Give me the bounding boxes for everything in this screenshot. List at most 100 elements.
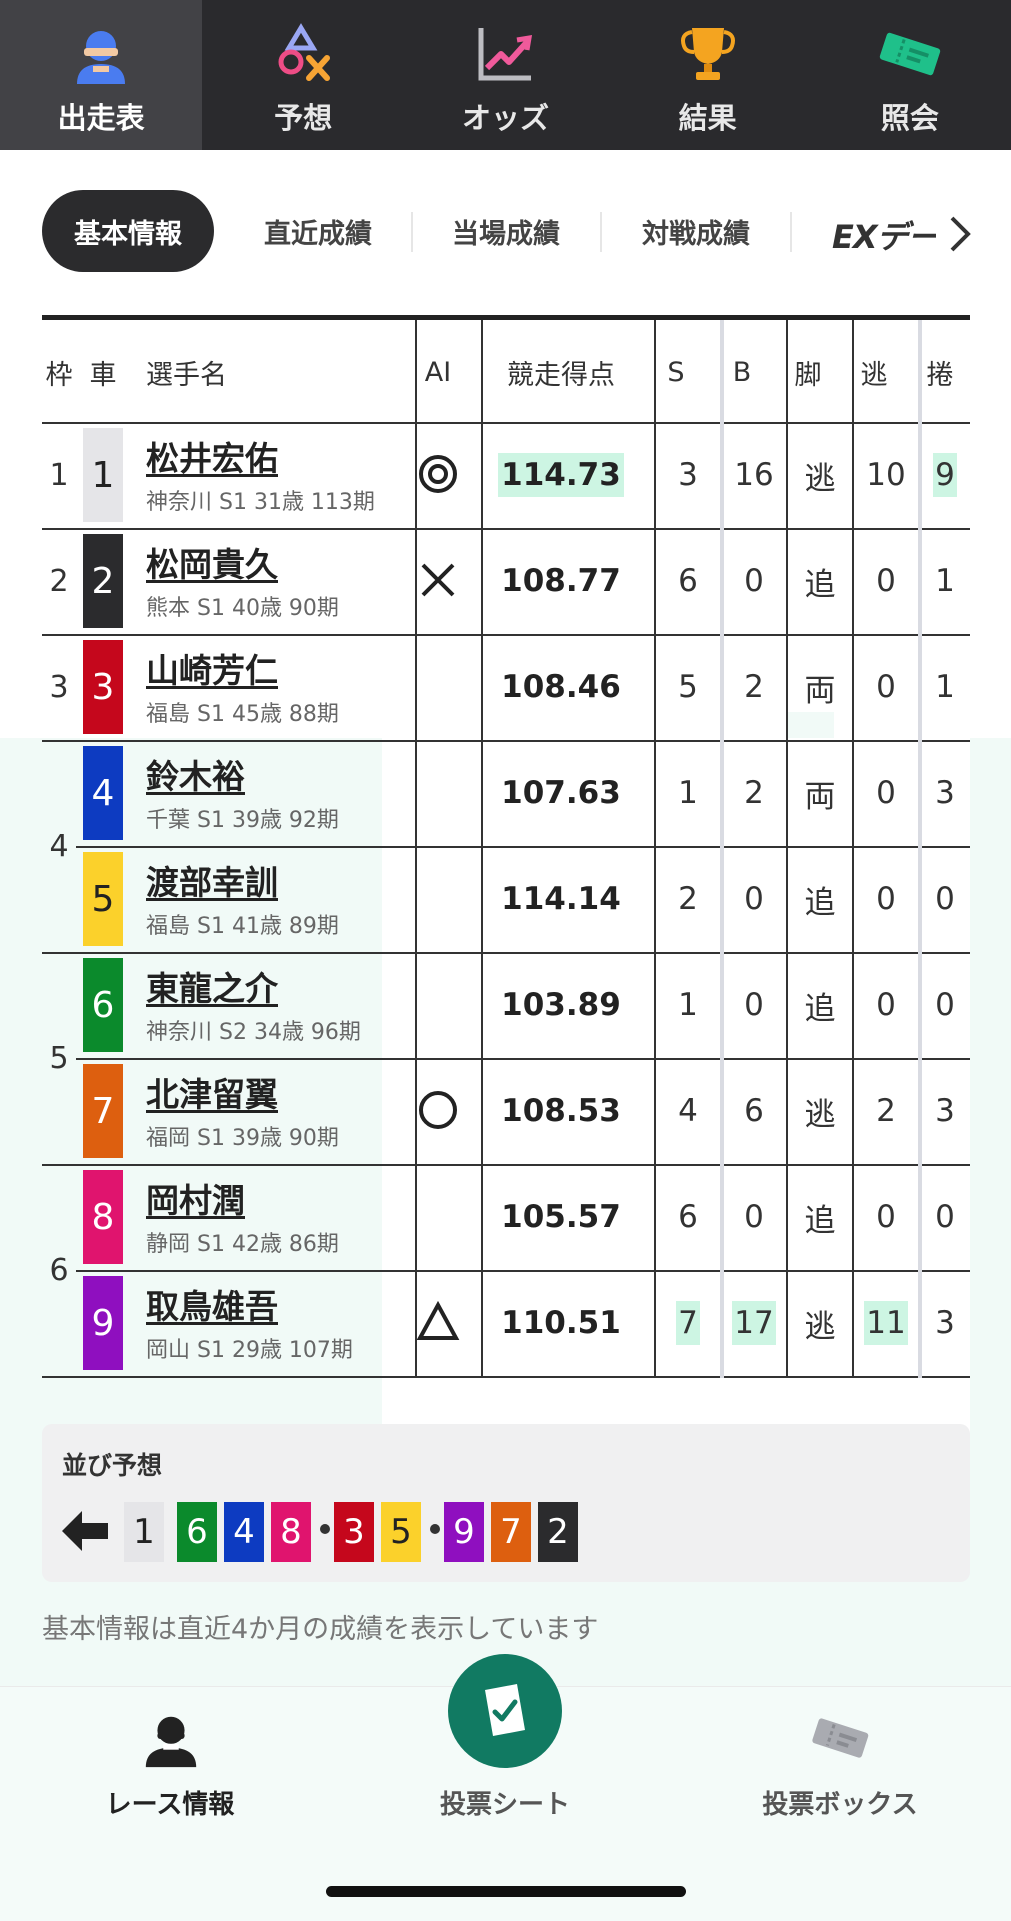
stat-value: 5 (678, 669, 698, 705)
bottom-nav-race-info[interactable]: レース情報 (60, 1687, 280, 1921)
stat-value: 0 (876, 775, 896, 811)
stat-b: 17 (722, 1270, 786, 1376)
stat-value: 3 (935, 1093, 955, 1129)
car-number-badge: 4 (83, 746, 123, 840)
line-prediction-title: 並び予想 (62, 1451, 163, 1480)
stat-b: 0 (722, 952, 786, 1058)
bottom-nav-vote-box[interactable]: 投票ボックス (730, 1687, 950, 1921)
stat-kyaku: 追 (788, 1164, 852, 1270)
arrow-left-icon (62, 1511, 108, 1551)
line-car-badge: 1 (124, 1502, 164, 1562)
race-score-value: 108.77 (501, 563, 621, 599)
tab-divider (790, 212, 792, 252)
table-row[interactable]: 8 岡村潤 静岡 S1 42歳 86期 105.57 6 0 追 0 0 (42, 1164, 970, 1270)
nav-prediction[interactable]: 予想 (202, 0, 404, 150)
line-separator-dot (430, 1524, 440, 1534)
stat-s: 6 (656, 528, 720, 634)
tab-ex-data[interactable]: EXデータ (832, 212, 936, 258)
table-row[interactable]: 1 松井宏佑 神奈川 S1 31歳 113期 114.73 3 16 逃 10 9 (42, 422, 970, 528)
race-score-value: 108.53 (501, 1093, 621, 1129)
nav-inquiry[interactable]: 照会 (809, 0, 1011, 150)
top-nav: 出走表 予想 オッズ 結果 照会 (0, 0, 1011, 150)
rider-meta: 福島 S1 41歳 89期 (146, 914, 339, 939)
person-icon (77, 31, 126, 84)
line-car-badge: 6 (177, 1502, 217, 1562)
table-row[interactable]: 4 鈴木裕 千葉 S1 39歳 92期 107.63 1 2 両 0 3 (42, 740, 970, 846)
stat-makuri: 0 (920, 846, 970, 952)
stat-value: 0 (744, 987, 764, 1023)
race-score: 107.63 (483, 740, 639, 846)
stat-makuri: 3 (920, 740, 970, 846)
stat-s: 1 (656, 952, 720, 1058)
stat-nige: 0 (854, 740, 918, 846)
home-indicator (326, 1886, 686, 1897)
nav-entry-table[interactable]: 出走表 (0, 0, 203, 150)
rider-meta: 福岡 S1 39歳 90期 (146, 1126, 339, 1151)
nav-label: 出走表 (57, 101, 145, 135)
ticket-icon (879, 32, 941, 76)
rider-name-link[interactable]: 岡村潤 (146, 1174, 245, 1222)
table-row[interactable]: 7 北津留翼 福岡 S1 39歳 90期 108.53 4 6 逃 2 3 (42, 1058, 970, 1164)
rider-name-link[interactable]: 鈴木裕 (146, 750, 245, 798)
rider-name-link[interactable]: 北津留翼 (146, 1068, 278, 1116)
table-row[interactable]: 6 東龍之介 神奈川 S2 34歳 96期 103.89 1 0 追 0 0 (42, 952, 970, 1058)
tab-head-to-head[interactable]: 対戦成績 (618, 190, 774, 272)
stat-value: 6 (678, 1199, 698, 1235)
nav-label: 予想 (274, 101, 333, 135)
stat-value: 3 (935, 775, 955, 811)
table-row[interactable]: 2 松岡貴久 熊本 S1 40歳 90期 108.77 6 0 追 0 1 (42, 528, 970, 634)
stat-value: 10 (866, 457, 906, 493)
header-score: 競走得点 (507, 359, 615, 391)
race-score-value: 114.73 (498, 453, 624, 497)
nav-odds[interactable]: オッズ (404, 0, 606, 150)
stat-value: 11 (864, 1301, 908, 1345)
person-icon (145, 1716, 197, 1768)
stat-value: 6 (744, 1093, 764, 1129)
rider-name-link[interactable]: 松岡貴久 (146, 538, 278, 586)
table-row[interactable]: 5 渡部幸訓 福島 S1 41歳 89期 114.14 2 0 追 0 0 (42, 846, 970, 952)
rider-name-link[interactable]: 山崎芳仁 (146, 644, 278, 692)
stat-makuri: 1 (920, 528, 970, 634)
nav-label: 照会 (880, 101, 939, 135)
cross-icon (421, 563, 455, 597)
rider-name-link[interactable]: 松井宏佑 (146, 432, 278, 480)
stat-kyaku: 追 (788, 528, 852, 634)
stat-value: 0 (876, 1199, 896, 1235)
stat-value: 17 (732, 1301, 776, 1345)
triangle-icon (416, 1300, 460, 1340)
header-s: S (667, 356, 685, 388)
row-band (0, 738, 42, 1556)
table-row[interactable]: 9 取鳥雄吾 岡山 S1 29歳 107期 110.51 7 17 逃 11 3 (42, 1270, 970, 1376)
tab-basic-info[interactable]: 基本情報 (42, 190, 214, 272)
ticket-icon (812, 1718, 869, 1758)
nav-results[interactable]: 結果 (607, 0, 809, 150)
stat-value: 追 (804, 990, 836, 1027)
chevron-right-icon[interactable] (944, 214, 974, 254)
rider-meta: 静岡 S1 42歳 86期 (146, 1232, 339, 1257)
stat-value: 1 (678, 775, 698, 811)
line-car-badge: 4 (224, 1502, 264, 1562)
race-score-value: 108.46 (501, 669, 621, 705)
tab-recent-results[interactable]: 直近成績 (240, 190, 396, 272)
stat-value: 2 (744, 775, 764, 811)
table-row[interactable]: 3 山崎芳仁 福島 S1 45歳 88期 108.46 5 2 両 0 1 (42, 634, 970, 740)
stat-value: 1 (935, 669, 955, 705)
stat-value: 0 (744, 1199, 764, 1235)
rider-name-link[interactable]: 東龍之介 (146, 962, 278, 1010)
line-car-badge: 2 (538, 1502, 578, 1562)
rider-meta: 福島 S1 45歳 88期 (146, 702, 339, 727)
rider-name-link[interactable]: 渡部幸訓 (146, 856, 278, 904)
stat-b: 2 (722, 634, 786, 740)
vote-sheet-fab[interactable] (448, 1654, 562, 1768)
tab-venue-results[interactable]: 当場成績 (428, 190, 584, 272)
rider-name-link[interactable]: 取鳥雄吾 (146, 1280, 278, 1328)
stat-value: 2 (744, 669, 764, 705)
table-header: 枠 車 選手名 AI 競走得点 S B 脚 逃 捲 (42, 320, 970, 424)
line-separator-dot (320, 1524, 330, 1534)
line-car-badge: 7 (491, 1502, 531, 1562)
stat-value: 0 (744, 563, 764, 599)
stat-b: 2 (722, 740, 786, 846)
rider-meta: 千葉 S1 39歳 92期 (146, 808, 339, 833)
grid-line (42, 634, 970, 636)
stat-value: 0 (876, 881, 896, 917)
